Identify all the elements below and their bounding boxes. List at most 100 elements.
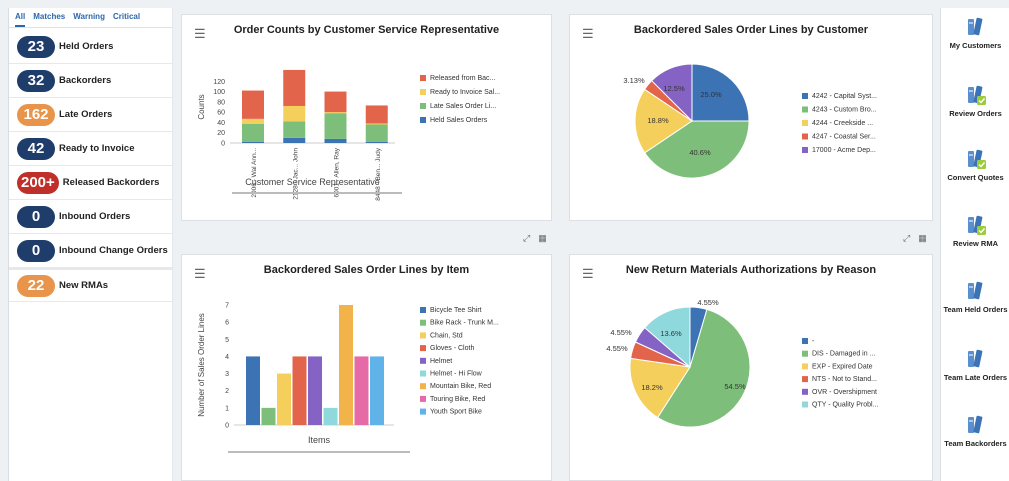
books-icon xyxy=(967,281,982,300)
y-tick-label: 80 xyxy=(217,99,225,106)
bar-segment xyxy=(324,91,347,113)
legend-swatch xyxy=(420,408,426,415)
legend-swatch xyxy=(420,307,426,313)
counter-list: 23 Held Orders 32 Backorders 162 Late Orders 4… xyxy=(9,28,172,302)
bar-segment xyxy=(283,69,306,106)
books-check-icon xyxy=(967,85,986,105)
nav-label: Review Orders xyxy=(949,109,1002,118)
y-tick-label: 4 xyxy=(225,354,229,361)
chart-backorders-by-customer: 25.0% 40.6% 18.8% 3.13% 12.5% 4242 - Capital … xyxy=(623,63,877,179)
legend-swatch xyxy=(802,106,808,113)
x-tick-label: 6001 - Allen, Ray xyxy=(334,147,341,197)
legend-label: Ready to Invoice Sal... xyxy=(430,89,500,96)
counter-label: Late Orders xyxy=(59,109,113,120)
nav-review-orders[interactable]: Review Orders xyxy=(941,84,1009,119)
counter-new-rmas[interactable]: 22 New RMAs xyxy=(9,268,172,302)
nav-team-backorders[interactable]: Team Backorders xyxy=(941,414,1009,449)
nav-label: Team Held Orders xyxy=(943,305,1008,314)
books-icon xyxy=(967,17,982,36)
count-badge: 0 xyxy=(17,239,55,262)
bar-segment xyxy=(324,113,347,139)
counter-inbound-change-orders[interactable]: 0 Inbound Change Orders xyxy=(9,234,172,268)
bar xyxy=(308,356,322,425)
panel-order-counts: ☰ Order Counts by Customer Service Repre… xyxy=(181,14,552,221)
bar-segment xyxy=(283,121,306,138)
nav-team-late-orders[interactable]: Team Late Orders xyxy=(941,348,1009,383)
tab-critical[interactable]: Critical xyxy=(113,12,140,27)
quick-launch-panel: My Customers Review Orders Convert Quotes R… xyxy=(940,8,1009,481)
tab-warning[interactable]: Warning xyxy=(73,12,105,27)
counter-late-orders[interactable]: 162 Late Orders xyxy=(9,98,172,132)
nav-team-held-orders[interactable]: Team Held Orders xyxy=(941,280,1009,315)
legend-swatch xyxy=(802,133,808,140)
legend-label: Helmet - Hi Flow xyxy=(430,371,483,378)
nav-convert-quotes[interactable]: Convert Quotes xyxy=(941,148,1009,183)
legend-swatch xyxy=(420,89,426,95)
legend-label: EXP - Expired Date xyxy=(812,363,873,370)
legend-swatch xyxy=(802,376,808,383)
counter-label: Released Backorders xyxy=(62,177,160,188)
counter-held-orders[interactable]: 23 Held Orders xyxy=(9,30,172,64)
legend-label: - xyxy=(812,338,815,345)
nav-label: My Customers xyxy=(949,41,1002,50)
bar xyxy=(339,305,353,425)
nav-review-rma[interactable]: Review RMA xyxy=(941,214,1009,249)
bar xyxy=(246,356,260,425)
slice-label: 18.8% xyxy=(647,116,669,125)
legend-label: QTY - Quality Probl... xyxy=(812,402,878,409)
counter-label: Held Orders xyxy=(59,41,114,52)
books-icon xyxy=(967,415,982,434)
legend-swatch xyxy=(420,75,426,81)
chart-order-counts: 0 20 40 60 80 100 120 2006 - Wal Ann... 2128 - J… xyxy=(197,69,500,201)
expand-icon[interactable]: ⤢ xyxy=(903,233,910,244)
y-tick-label: 40 xyxy=(217,120,225,127)
x-axis-title: Items xyxy=(308,435,331,445)
expand-icon[interactable]: ⤢ xyxy=(523,233,530,244)
books-check-icon xyxy=(967,149,986,169)
counter-ready-to-invoice[interactable]: 42 Ready to Invoice xyxy=(9,132,172,166)
legend-label: Bike Rack - Trunk M... xyxy=(430,320,499,327)
legend-label: DIS - Damaged in ... xyxy=(812,351,875,358)
legend-label: NTS - Not to Stand... xyxy=(812,376,877,383)
panel-toolbar-2: ⤢ ▦ xyxy=(903,233,927,244)
bar-segment xyxy=(365,141,388,143)
panel-toolbar-1: ⤢ ▦ xyxy=(523,233,547,244)
counter-backorders[interactable]: 32 Backorders xyxy=(9,64,172,98)
legend-label: Late Sales Order Li... xyxy=(430,103,496,110)
panel-rma-by-reason: ☰ New Return Materials Authorizations by… xyxy=(569,254,933,481)
legend-label: 17000 - Acme Dep... xyxy=(812,147,876,154)
nav-label: Review RMA xyxy=(952,239,998,248)
slice-label: 25.0% xyxy=(700,90,722,99)
bar xyxy=(261,407,276,425)
filter-tabs: All Matches Warning Critical xyxy=(9,8,172,28)
count-badge: 200+ xyxy=(17,171,59,194)
legend-label: Mountain Bike, Red xyxy=(430,383,491,390)
scrollbar xyxy=(228,451,410,453)
table-view-icon[interactable]: ▦ xyxy=(538,233,547,244)
nav-my-customers[interactable]: My Customers xyxy=(941,16,1009,51)
legend-swatch xyxy=(802,350,808,357)
legend-label: 4243 - Custom Bro... xyxy=(812,107,877,114)
slice-label: 18.2% xyxy=(641,383,663,392)
counter-inbound-orders[interactable]: 0 Inbound Orders xyxy=(9,200,172,234)
bar xyxy=(277,373,291,425)
legend-swatch xyxy=(802,338,808,344)
slice-label: 4.55% xyxy=(610,328,632,337)
legend-label: Youth Sport Bike xyxy=(430,409,482,416)
legend-swatch xyxy=(802,120,808,126)
y-axis-title-group: Number of Sales Order Lines xyxy=(197,313,206,417)
legend-label: 4244 - Creekside ... xyxy=(812,120,873,127)
legend-label: 4247 - Coastal Ser... xyxy=(812,134,876,141)
tab-matches[interactable]: Matches xyxy=(33,12,65,27)
table-view-icon[interactable]: ▦ xyxy=(918,233,927,244)
counter-released-backorders[interactable]: 200+ Released Backorders xyxy=(9,166,172,200)
tab-all[interactable]: All xyxy=(15,12,26,27)
legend-swatch xyxy=(420,103,426,109)
x-tick-group: 6001 - Allen, Ray xyxy=(334,147,341,197)
slice-label: 3.13% xyxy=(623,76,645,85)
bar-segment xyxy=(242,141,264,143)
slice-label: 4.55% xyxy=(606,344,628,353)
slice-label: 54.5% xyxy=(724,382,746,391)
x-tick-group: 2006 - Wal Ann... xyxy=(251,148,258,198)
nav-label: Convert Quotes xyxy=(947,173,1004,182)
